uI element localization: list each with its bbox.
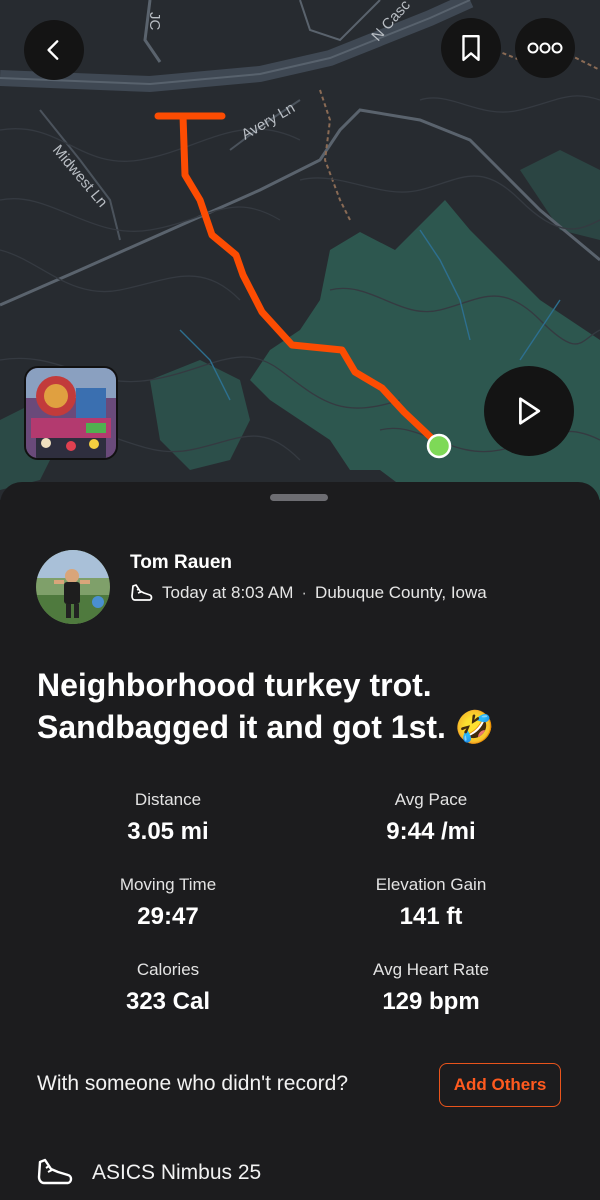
running-shoe-icon	[37, 1158, 73, 1185]
bookmark-icon	[462, 34, 480, 62]
road	[143, 0, 162, 63]
street-label: Avery Ln	[239, 99, 299, 143]
more-icon	[527, 42, 563, 54]
route-map[interactable]: Avery Ln Midwest Ln N Casc JC	[0, 0, 600, 500]
add-others-button[interactable]: Add Others	[439, 1063, 561, 1107]
activity-location: Dubuque County, Iowa	[315, 583, 487, 602]
route-end-marker	[426, 433, 452, 459]
chevron-left-icon	[47, 40, 59, 60]
back-button[interactable]	[24, 20, 84, 80]
stat-label: Moving Time	[119, 875, 217, 894]
stat-value: 141 ft	[399, 903, 463, 930]
bookmark-button[interactable]	[441, 18, 501, 78]
play-icon	[519, 397, 541, 425]
stat-avg-heart-rate: Avg Heart Rate 129 bpm	[301, 960, 561, 1016]
activity-title: Neighborhood turkey trot. Sandbagged it …	[37, 664, 567, 748]
street-label: Midwest Ln	[49, 142, 111, 211]
stat-value: 129 bpm	[382, 988, 480, 1015]
stat-label: Avg Pace	[394, 790, 468, 809]
park-area	[250, 200, 600, 500]
stat-label: Elevation Gain	[375, 875, 487, 894]
stat-value: 3.05 mi	[127, 818, 209, 845]
stat-label: Avg Heart Rate	[373, 960, 489, 979]
sheet-drag-handle[interactable]	[270, 494, 328, 501]
stat-elevation-gain: Elevation Gain 141 ft	[301, 875, 561, 931]
others-prompt: With someone who didn't record?	[37, 1072, 349, 1095]
activity-time: Today at 8:03 AM	[162, 583, 294, 602]
athlete-name[interactable]: Tom Rauen	[130, 552, 232, 574]
gear-row[interactable]: ASICS Nimbus 25	[36, 1156, 261, 1190]
stat-value: 29:47	[137, 903, 199, 930]
stat-value: 9:44 /mi	[386, 818, 476, 845]
activity-details-sheet: Tom Rauen Today at 8:03 AM · Dubuque Cou…	[0, 482, 600, 1200]
stat-calories: Calories 323 Cal	[38, 960, 298, 1016]
stat-label: Distance	[134, 790, 202, 809]
stat-label: Calories	[136, 960, 200, 979]
stat-avg-pace: Avg Pace 9:44 /mi	[301, 790, 561, 846]
avatar[interactable]	[36, 550, 110, 624]
more-options-button[interactable]	[515, 18, 575, 78]
activity-photo-thumbnail[interactable]	[24, 366, 118, 460]
athlete-photo	[36, 550, 110, 624]
street-label: JC	[146, 12, 163, 31]
activity-meta: Today at 8:03 AM · Dubuque County, Iowa	[130, 582, 487, 604]
stat-moving-time: Moving Time 29:47	[38, 875, 298, 931]
stat-value: 323 Cal	[125, 988, 211, 1015]
stat-distance: Distance 3.05 mi	[38, 790, 298, 846]
gear-name: ASICS Nimbus 25	[92, 1161, 262, 1184]
activity-title-line: Neighborhood turkey trot.	[37, 667, 432, 703]
play-flyover-button[interactable]	[484, 366, 574, 456]
running-shoe-icon	[131, 584, 153, 601]
parade-photo	[26, 368, 116, 458]
meta-separator: ·	[301, 583, 308, 602]
activity-title-line: Sandbagged it and got 1st. 🤣	[37, 709, 495, 745]
